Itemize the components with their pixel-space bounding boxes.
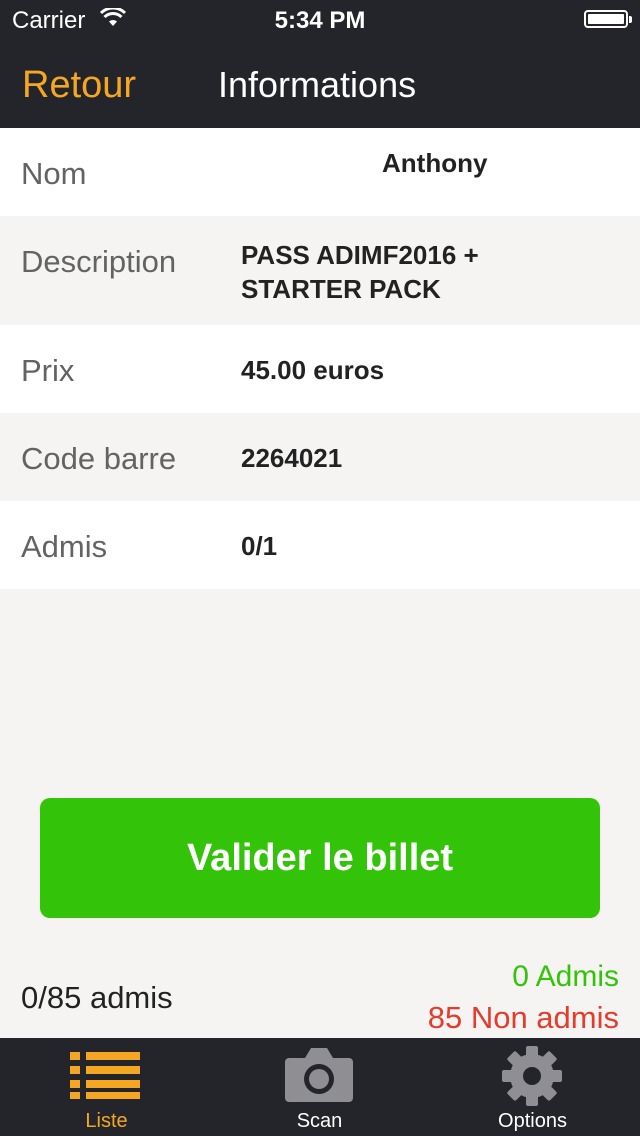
detail-value-barcode: 2264021 [241,443,343,473]
detail-value-price: 45.00 euros [241,355,385,385]
tab-options[interactable]: Options [426,1038,639,1136]
detail-row-description: Description PASS ADIMF2016 + STARTER PAC… [0,216,640,325]
tab-bar: Liste Scan Options [0,1038,640,1136]
detail-row-prix: Prix 45.00 euros [0,325,640,413]
camera-icon [285,1048,353,1102]
detail-value-admitted: 0/1 [241,531,278,561]
tab-scan[interactable]: Scan [213,1038,426,1136]
detail-row-nom: Nom Anthony [0,128,640,216]
clock: 5:34 PM [274,7,366,34]
validate-ticket-button[interactable]: Valider le billet [40,798,600,918]
detail-value-name: Anthony [382,148,488,178]
detail-label: Code barre [21,441,177,476]
detail-row-admis: Admis 0/1 [0,501,640,589]
admis-count: 0 Admis [512,960,619,993]
page-title: Informations [218,64,417,105]
back-button[interactable]: Retour [22,64,136,107]
gear-icon [502,1046,562,1106]
detail-label: Nom [21,156,87,191]
navigation-bar: Retour Informations [0,40,640,128]
tab-label: Scan [296,1110,343,1132]
detail-value-description: PASS ADIMF2016 + STARTER PACK [241,240,479,304]
tab-label: Options [498,1110,567,1132]
tab-liste[interactable]: Liste [0,1038,213,1136]
detail-row-code-barre: Code barre 2264021 [0,413,640,501]
tab-label: Liste [85,1110,128,1132]
detail-label: Admis [21,529,108,564]
list-icon [70,1052,140,1099]
non-admis-count: 85 Non admis [427,1000,619,1035]
status-bar: Carrier 5:34 PM [0,0,640,40]
detail-label: Description [21,244,177,279]
detail-label: Prix [21,353,75,388]
admitted-total: 0/85 admis [21,980,173,1015]
battery-icon [584,10,632,28]
